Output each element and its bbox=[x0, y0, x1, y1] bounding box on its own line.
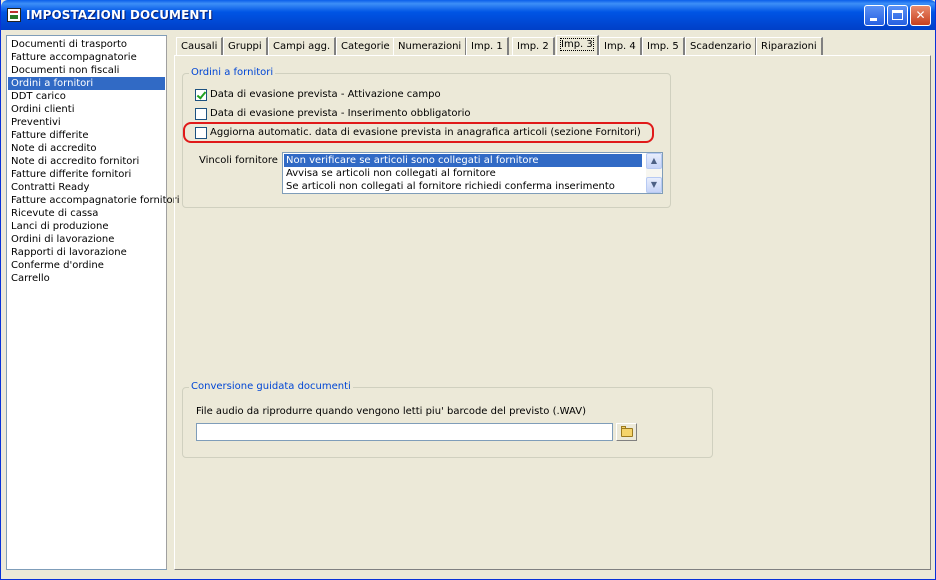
vincoli-fornitore-label: Vincoli fornitore : bbox=[199, 155, 285, 166]
list-item[interactable]: Carrello bbox=[11, 272, 50, 285]
listbox-scrollbar[interactable]: ▲ ▼ bbox=[646, 153, 662, 193]
minimize-icon bbox=[870, 18, 877, 21]
list-item[interactable]: Fatture differite fornitori bbox=[11, 168, 131, 181]
list-item[interactable]: Preventivi bbox=[11, 116, 61, 129]
close-icon: ✕ bbox=[915, 8, 926, 22]
tab-gruppi[interactable]: Gruppi bbox=[223, 37, 268, 55]
window-title: IMPOSTAZIONI DOCUMENTI bbox=[26, 8, 213, 22]
tab-content-panel: Ordini a fornitori Data di evasione prev… bbox=[174, 55, 931, 570]
tab-imp-3[interactable]: Imp. 3 bbox=[556, 35, 599, 56]
checkbox-aggiorna-anagrafica[interactable] bbox=[195, 127, 207, 139]
checkbox-label: Data di evasione prevista - Attivazione … bbox=[210, 89, 441, 100]
list-divider bbox=[166, 36, 167, 569]
list-item[interactable]: Note di accredito fornitori bbox=[11, 155, 139, 168]
group-conversione-guidata: Conversione guidata documenti File audio… bbox=[182, 381, 713, 458]
chevron-up-icon: ▲ bbox=[650, 156, 658, 165]
title-bar[interactable]: IMPOSTAZIONI DOCUMENTI ✕ bbox=[1, 0, 935, 30]
settings-window: IMPOSTAZIONI DOCUMENTI ✕ Documenti di tr… bbox=[0, 0, 936, 580]
tab-riparazioni[interactable]: Riparazioni bbox=[756, 37, 823, 55]
chevron-down-icon: ▼ bbox=[650, 180, 658, 189]
list-item[interactable]: Lanci di produzione bbox=[11, 220, 108, 233]
maximize-button[interactable] bbox=[887, 5, 908, 26]
group-legend-conversione: Conversione guidata documenti bbox=[189, 381, 353, 393]
list-item-selected[interactable]: Ordini a fornitori bbox=[8, 77, 165, 90]
vincoli-fornitore-listbox[interactable]: Non verificare se articoli sono collegat… bbox=[282, 152, 663, 194]
tab-imp-4[interactable]: Imp. 4 bbox=[599, 37, 642, 55]
browse-folder-button[interactable] bbox=[616, 423, 637, 441]
list-item[interactable]: DDT carico bbox=[11, 90, 66, 103]
minimize-button[interactable] bbox=[864, 5, 885, 26]
checkbox-inserimento-obbligatorio[interactable] bbox=[195, 108, 207, 120]
list-item[interactable]: Fatture accompagnatorie fornitori bbox=[11, 194, 180, 207]
file-audio-label: File audio da riprodurre quando vengono … bbox=[196, 406, 586, 417]
list-item[interactable]: Rapporti di lavorazione bbox=[11, 246, 127, 259]
scroll-up-button[interactable]: ▲ bbox=[646, 153, 662, 169]
list-item[interactable]: Fatture accompagnatorie bbox=[11, 51, 137, 64]
close-button[interactable]: ✕ bbox=[910, 5, 931, 26]
file-audio-input[interactable] bbox=[196, 423, 613, 441]
tab-categorie[interactable]: Categorie bbox=[336, 37, 396, 55]
tab-causali[interactable]: Causali bbox=[176, 37, 224, 55]
tab-imp-5[interactable]: Imp. 5 bbox=[642, 37, 685, 55]
tab-scadenzario[interactable]: Scadenzario bbox=[685, 37, 758, 55]
folder-icon bbox=[621, 428, 633, 437]
list-item[interactable]: Documenti di trasporto bbox=[11, 38, 127, 51]
list-item[interactable]: Ordini di lavorazione bbox=[11, 233, 114, 246]
tab-numerazioni[interactable]: Numerazioni bbox=[393, 37, 468, 55]
document-settings-icon bbox=[7, 8, 21, 22]
checkbox-attivazione-campo[interactable] bbox=[195, 89, 207, 101]
list-item[interactable]: Fatture differite bbox=[11, 129, 89, 142]
checkbox-label: Data di evasione prevista - Inserimento … bbox=[210, 108, 471, 119]
list-item[interactable]: Documenti non fiscali bbox=[11, 64, 119, 77]
tab-campi-agg[interactable]: Campi agg. bbox=[268, 37, 337, 55]
list-item[interactable]: Conferme d'ordine bbox=[11, 259, 104, 272]
list-item[interactable]: Ordini clienti bbox=[11, 103, 74, 116]
list-item[interactable]: Se articoli non collegati al fornitore r… bbox=[284, 180, 615, 193]
list-item[interactable]: Avvisa se articoli non collegati al forn… bbox=[284, 167, 496, 180]
list-item[interactable]: Ricevute di cassa bbox=[11, 207, 98, 220]
scroll-down-button[interactable]: ▼ bbox=[646, 177, 662, 193]
group-ordini-fornitori: Ordini a fornitori Data di evasione prev… bbox=[182, 67, 671, 208]
list-item[interactable]: Contratti Ready bbox=[11, 181, 89, 194]
tab-imp-2[interactable]: Imp. 2 bbox=[512, 37, 555, 55]
list-item[interactable]: Note di accredito bbox=[11, 142, 97, 155]
list-item-selected[interactable]: Non verificare se articoli sono collegat… bbox=[284, 154, 642, 167]
maximize-icon bbox=[892, 10, 903, 20]
tab-imp-1[interactable]: Imp. 1 bbox=[466, 37, 509, 55]
document-type-list[interactable]: Documenti di trasporto Fatture accompagn… bbox=[6, 35, 180, 570]
checkbox-label: Aggiorna automatic. data di evasione pre… bbox=[210, 127, 641, 138]
group-legend-ordini: Ordini a fornitori bbox=[189, 67, 276, 79]
